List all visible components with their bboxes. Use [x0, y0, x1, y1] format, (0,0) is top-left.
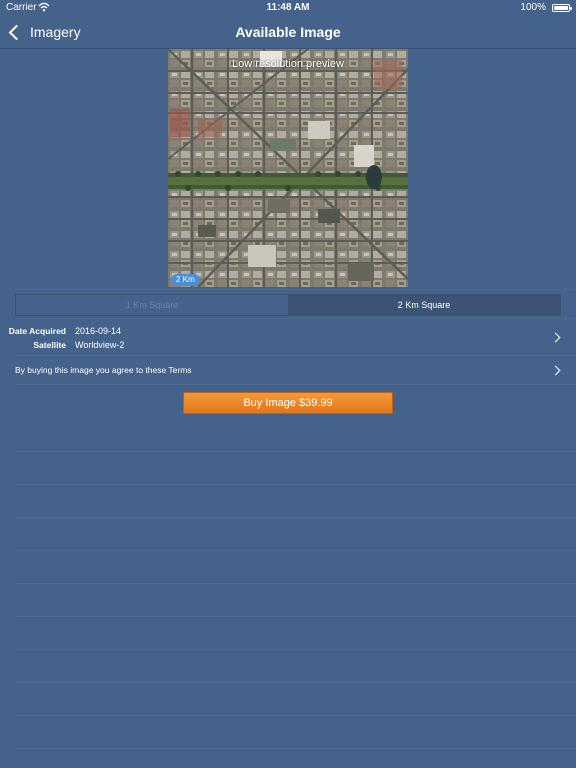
empty-row-divider [15, 484, 576, 485]
image-details-row[interactable]: Date Acquired 2016-09-14 Satellite World… [0, 322, 576, 354]
status-time: 11:48 AM [266, 2, 310, 13]
empty-row-divider [15, 550, 576, 551]
size-segmented-control: 1 Km Square 2 Km Square [15, 294, 561, 316]
battery-percent: 100% [520, 2, 546, 13]
page-title: Available Image [235, 24, 341, 40]
navigation-bar: Imagery Available Image [0, 16, 576, 49]
empty-row-divider [15, 715, 576, 716]
empty-row-divider [15, 616, 576, 617]
divider [15, 318, 576, 319]
segment-2km[interactable]: 2 Km Square [288, 295, 560, 315]
preview-caption: Low resolution preview [232, 58, 344, 70]
segment-1km[interactable]: 1 Km Square [16, 295, 288, 315]
satellite-preview-image: Low resolution preview 2 Km [168, 49, 408, 287]
empty-row-divider [15, 451, 576, 452]
empty-row-divider [15, 682, 576, 683]
terms-text: By buying this image you agree to these … [15, 365, 192, 375]
buy-image-button[interactable]: Buy Image $39.99 [183, 392, 393, 414]
date-acquired-value: 2016-09-14 [75, 326, 122, 336]
satellite-label: Satellite [33, 340, 66, 350]
divider [15, 289, 576, 290]
divider [15, 355, 576, 356]
status-bar: Carrier 11:48 AM 100% [0, 0, 576, 16]
empty-row-divider [15, 748, 576, 749]
empty-row-divider [15, 649, 576, 650]
satellite-value: Worldview-2 [75, 340, 125, 350]
battery-icon [552, 4, 572, 12]
chevron-right-icon [550, 332, 561, 343]
divider [15, 384, 576, 385]
empty-row-divider [15, 583, 576, 584]
terms-row[interactable]: By buying this image you agree to these … [0, 360, 576, 380]
chevron-right-icon [550, 365, 561, 376]
date-acquired-label: Date Acquired [8, 326, 66, 336]
empty-row-divider [15, 517, 576, 518]
scale-badge: 2 Km [171, 274, 200, 286]
